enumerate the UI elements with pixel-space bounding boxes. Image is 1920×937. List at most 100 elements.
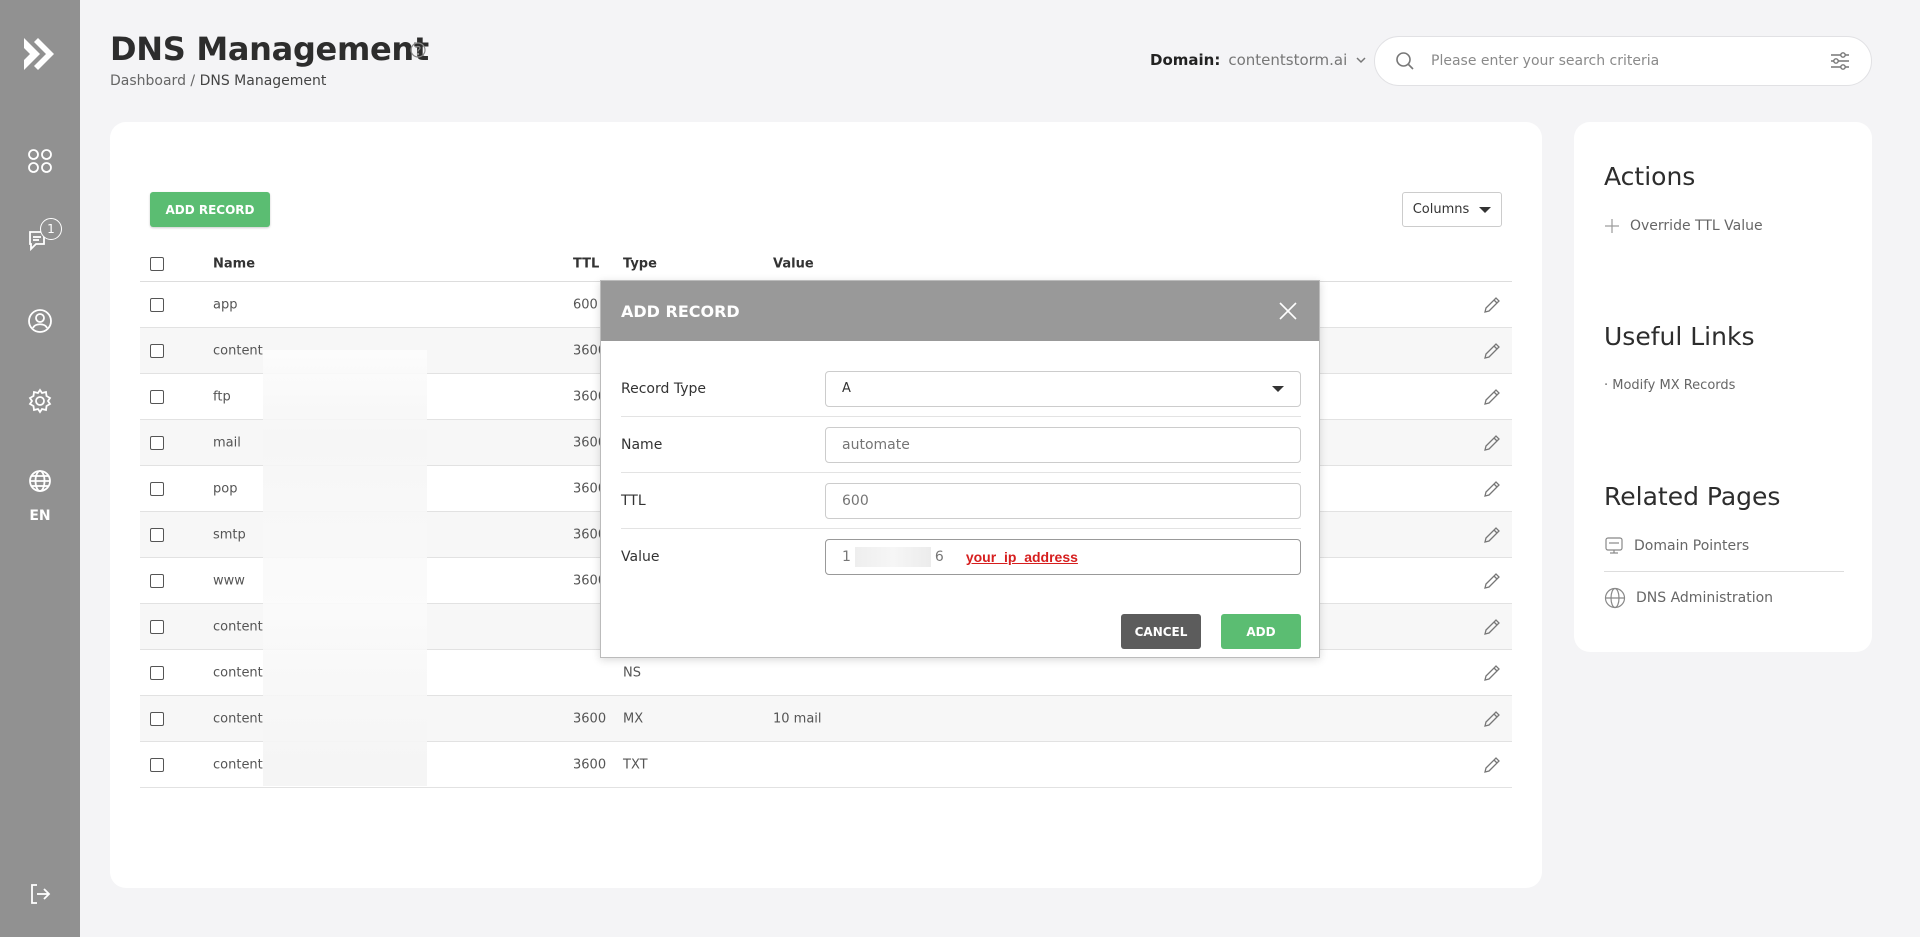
dialog-title: ADD RECORD	[621, 301, 740, 321]
cell-name: ftp	[213, 389, 231, 404]
ttl-input[interactable]	[825, 482, 1301, 519]
edit-pencil-icon[interactable]	[1482, 617, 1502, 637]
breadcrumb-dashboard[interactable]: Dashboard	[110, 73, 186, 89]
edit-pencil-icon[interactable]	[1482, 663, 1502, 683]
row-checkbox[interactable]	[150, 711, 164, 726]
edit-pencil-icon[interactable]	[1482, 571, 1502, 591]
header-name[interactable]: Name	[213, 256, 255, 271]
header-type[interactable]: Type	[623, 256, 657, 271]
apps-grid-icon[interactable]	[24, 145, 56, 177]
cell-type: NS	[623, 665, 641, 680]
columns-label: Columns	[1412, 202, 1470, 217]
ip-annotation: your_ip_address	[965, 549, 1078, 565]
cell-name: www	[213, 573, 245, 588]
dns-administration-link[interactable]: DNS Administration	[1604, 587, 1773, 609]
actions-title: Actions	[1604, 162, 1696, 191]
caret-down-icon	[1272, 385, 1284, 392]
messages-icon[interactable]: 1	[24, 218, 62, 256]
header-ttl[interactable]: TTL	[573, 256, 599, 271]
breadcrumb: Dashboard / DNS Management	[110, 73, 326, 89]
select-all-checkbox[interactable]	[150, 256, 164, 271]
redacted-ip	[854, 547, 931, 567]
breadcrumb-separator: /	[190, 73, 196, 89]
filter-sliders-icon[interactable]	[1829, 50, 1851, 72]
cell-name: content	[213, 619, 263, 634]
monitor-icon	[1605, 537, 1623, 554]
edit-pencil-icon[interactable]	[1482, 479, 1502, 499]
cell-name: smtp	[213, 527, 246, 542]
row-checkbox[interactable]	[150, 757, 164, 772]
value-prefix: 1	[842, 549, 851, 565]
record-type-row: Record Type A	[621, 361, 1301, 417]
name-row: Name	[621, 417, 1301, 473]
row-checkbox[interactable]	[150, 389, 164, 404]
language-label[interactable]: EN	[0, 508, 80, 524]
value-label: Value	[621, 549, 660, 565]
cancel-button[interactable]: CANCEL	[1121, 614, 1201, 649]
add-button[interactable]: ADD	[1221, 614, 1301, 649]
cell-type: TXT	[623, 757, 648, 772]
edit-pencil-icon[interactable]	[1482, 387, 1502, 407]
help-icon[interactable]	[410, 42, 426, 58]
user-account-icon[interactable]	[24, 305, 56, 337]
row-checkbox[interactable]	[150, 297, 164, 312]
table-header-row: Name TTL Type Value	[140, 246, 1512, 282]
value-input[interactable]: 1 6 your_ip_address	[825, 539, 1301, 575]
edit-pencil-icon[interactable]	[1482, 295, 1502, 315]
cell-name: pop	[213, 481, 238, 496]
useful-links-title: Useful Links	[1604, 322, 1755, 351]
logo-icon[interactable]	[20, 34, 60, 74]
value-row: Value 1 6 your_ip_address	[621, 529, 1301, 585]
cell-name: content	[213, 665, 263, 680]
domain-selector[interactable]: Domain: contentstorm.ai	[1150, 51, 1367, 69]
row-checkbox[interactable]	[150, 481, 164, 496]
row-checkbox[interactable]	[150, 573, 164, 588]
cell-name: content	[213, 757, 263, 772]
close-icon[interactable]	[1277, 300, 1299, 322]
value-suffix: 6	[934, 549, 944, 565]
header-value[interactable]: Value	[773, 256, 814, 271]
cell-ttl: 3600	[573, 757, 607, 772]
row-checkbox[interactable]	[150, 665, 164, 680]
add-record-dialog: ADD RECORD Record Type A Name TTL Value …	[600, 280, 1320, 658]
redacted-area	[263, 350, 427, 786]
ttl-label: TTL	[621, 492, 646, 509]
page-title: DNS Management	[110, 30, 429, 68]
divider	[1604, 571, 1844, 572]
modify-mx-link[interactable]: · Modify MX Records	[1604, 378, 1735, 393]
chevron-down-icon	[1356, 57, 1366, 64]
globe-language-icon[interactable]	[24, 465, 56, 497]
sidebar: 1 EN	[0, 0, 80, 937]
settings-gear-icon[interactable]	[24, 385, 56, 417]
edit-pencil-icon[interactable]	[1482, 341, 1502, 361]
name-input[interactable]	[825, 426, 1301, 463]
edit-pencil-icon[interactable]	[1482, 525, 1502, 545]
row-checkbox[interactable]	[150, 343, 164, 358]
cell-name: app	[213, 297, 238, 312]
domain-label: Domain:	[1150, 51, 1221, 69]
row-checkbox[interactable]	[150, 619, 164, 634]
domain-pointers-link[interactable]: Domain Pointers	[1604, 536, 1749, 556]
record-type-value: A	[842, 381, 851, 396]
domain-value[interactable]: contentstorm.ai	[1228, 51, 1347, 69]
search-icon	[1396, 52, 1414, 70]
row-checkbox[interactable]	[150, 527, 164, 542]
override-ttl-link[interactable]: Override TTL Value	[1604, 218, 1763, 234]
columns-dropdown[interactable]: Columns	[1402, 192, 1502, 227]
add-record-button[interactable]: ADD RECORD	[150, 192, 270, 227]
search-input[interactable]	[1431, 53, 1829, 69]
edit-pencil-icon[interactable]	[1482, 755, 1502, 775]
cell-name: content	[213, 711, 263, 726]
cell-ttl: 600	[573, 297, 598, 312]
search-bar	[1374, 36, 1872, 86]
related-pages-title: Related Pages	[1604, 482, 1781, 511]
edit-pencil-icon[interactable]	[1482, 709, 1502, 729]
side-panel: Actions Override TTL Value Useful Links …	[1574, 122, 1872, 652]
record-type-select[interactable]: A	[825, 370, 1301, 407]
logout-icon[interactable]	[24, 878, 56, 910]
notification-badge: 1	[40, 218, 62, 240]
cell-type: MX	[623, 711, 644, 726]
name-label: Name	[621, 436, 663, 453]
row-checkbox[interactable]	[150, 435, 164, 450]
edit-pencil-icon[interactable]	[1482, 433, 1502, 453]
